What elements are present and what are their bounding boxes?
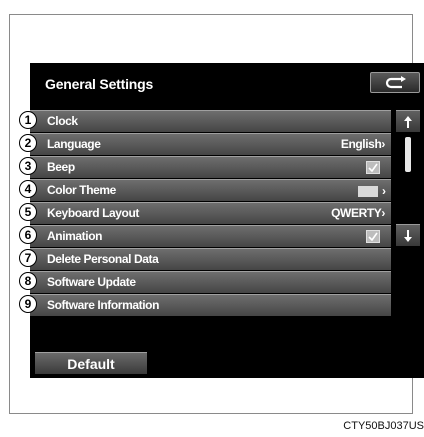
back-arrow-icon [385,75,406,88]
scroll-up-button[interactable] [396,110,420,132]
settings-row-value: QWERTY› [331,206,385,220]
settings-row-label: Delete Personal Data [47,252,159,266]
chevron-right-icon: › [381,137,385,151]
settings-row-label: Animation [47,229,103,243]
scrollbar[interactable] [396,110,420,247]
scroll-down-button[interactable] [396,224,420,246]
settings-row-software-information[interactable]: 9 Software Information [19,294,391,316]
settings-row-value: English› [340,137,386,151]
callout-number: 2 [19,134,37,152]
settings-row-label: Keyboard Layout [47,206,140,220]
scroll-up-icon [404,115,412,128]
callout-number: 9 [19,295,37,313]
settings-row-value-text: QWERTY [331,206,382,220]
settings-row-animation[interactable]: 6 Animation [19,225,391,247]
figure-caption: CTY50BJ037US [343,420,424,432]
settings-row-beep[interactable]: 3 Beep [19,156,391,178]
settings-row-language[interactable]: 2 Language English› [19,133,391,155]
settings-row-keyboard-layout[interactable]: 5 Keyboard Layout QWERTY› [19,202,391,224]
chevron-right-icon: › [382,184,386,198]
callout-number: 1 [19,111,37,129]
callout-number: 4 [19,180,37,198]
checkbox[interactable] [366,230,380,243]
scroll-thumb[interactable] [405,137,411,172]
callout-number: 7 [19,249,37,267]
checkbox[interactable] [366,161,380,174]
callout-number: 5 [19,203,37,221]
settings-row-value-text: English [340,137,382,151]
chevron-right-icon: › [381,206,385,220]
checkmark-icon [368,163,378,172]
color-theme-indicator: › [358,184,386,198]
settings-row-label: Software Information [47,298,160,312]
callout-number: 6 [19,226,37,244]
settings-row-label: Beep [47,160,75,174]
scroll-down-icon [404,229,412,242]
settings-list: 1 Clock 2 Language English› 3 Beep 4 Color Theme… [19,110,391,317]
settings-row-software-update[interactable]: 8 Software Update [19,271,391,293]
default-button[interactable]: Default [35,352,147,374]
settings-row-label: Clock [47,114,78,128]
display-screen: General Settings 1 Clock 2 Language English›… [19,63,424,378]
callout-number: 8 [19,272,37,290]
back-button[interactable] [370,72,420,93]
scroll-track[interactable] [396,133,420,223]
callout-number: 3 [19,157,37,175]
color-swatch [358,185,378,197]
settings-row-label: Color Theme [47,183,116,197]
page-title: General Settings [45,76,154,92]
settings-row-clock[interactable]: 1 Clock [19,110,391,132]
checkmark-icon [368,232,378,241]
settings-row-label: Language [47,137,101,151]
settings-row-color-theme[interactable]: 4 Color Theme › [19,179,391,201]
settings-row-label: Software Update [47,275,136,289]
settings-row-delete-personal-data[interactable]: 7 Delete Personal Data [19,248,391,270]
